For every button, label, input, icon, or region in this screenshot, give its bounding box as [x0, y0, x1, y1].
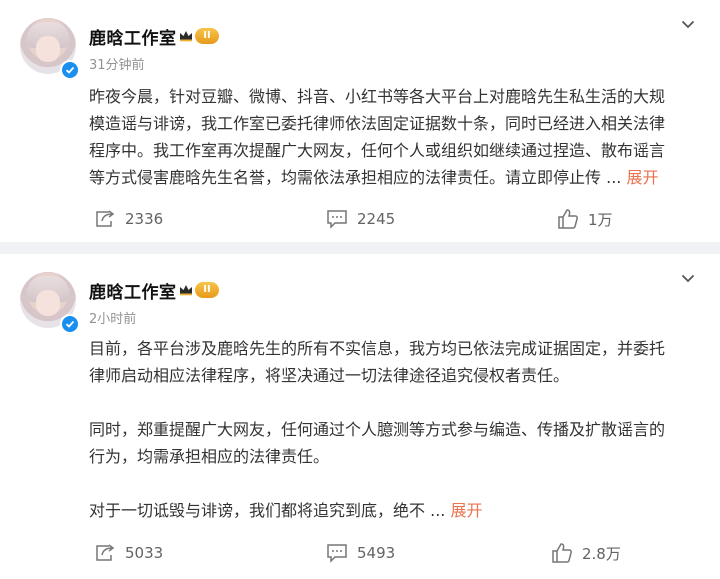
ellipsis: ...	[606, 168, 622, 187]
like-button[interactable]: 1万	[557, 205, 613, 233]
weibo-post-card: 鹿晗工作室 II 31分钟前 昨夜今晨，针对豆瓣、微博、抖音、小红书等各大平台上…	[0, 0, 720, 242]
repost-button[interactable]: 2336	[94, 205, 163, 233]
ellipsis: ...	[430, 501, 446, 520]
verified-check-icon	[60, 60, 80, 80]
post-text-line: 等方式侵害鹿晗先生名誉，均需依法承担相应的法律责任。请立即停止传	[89, 168, 602, 187]
repost-count: 5033	[125, 544, 164, 562]
avatar-face	[36, 36, 60, 62]
like-button[interactable]: 2.8万	[551, 539, 621, 567]
author-name[interactable]: 鹿晗工作室	[89, 24, 177, 49]
post-time[interactable]: 31分钟前	[89, 54, 145, 73]
avatar-face	[36, 290, 60, 316]
chevron-down-icon[interactable]	[680, 16, 696, 32]
comment-button[interactable]: 2245	[326, 205, 395, 233]
post-text-line: 模造谣与诽谤，我工作室已委托律师依法固定证据数十条，同时已经进入相关法律	[89, 114, 666, 133]
repost-icon	[96, 210, 115, 227]
post-text-line: 昨夜今晨，针对豆瓣、微博、抖音、小红书等各大平台上对鹿晗先生私生活的大规	[89, 87, 666, 106]
post-actions: 2336 2245 1万	[0, 205, 720, 233]
like-count: 2.8万	[582, 544, 621, 563]
verified-check-icon	[60, 314, 80, 334]
like-icon	[552, 543, 572, 563]
crown-icon	[180, 31, 192, 42]
expand-link[interactable]: 展开	[450, 501, 482, 520]
post-text-line: 程序中。我工作室再次提醒广大网友，任何个人或组织如继续通过捏造、散布谣言	[89, 141, 666, 160]
post-text-line: 同时，郑重提醒广大网友，任何通过个人臆测等方式参与编造、传播及扩散谣言的	[89, 420, 666, 439]
post-text-line-last: 对于一切诋毁与诽谤，我们都将追究到底，绝不 ... 展开	[89, 497, 696, 524]
comment-count: 5493	[357, 544, 396, 562]
member-level-badge: II	[195, 282, 219, 298]
comment-button[interactable]: 5493	[326, 539, 395, 567]
post-text: 目前，各平台涉及鹿晗先生的所有不实信息，我方均已依法完成证据固定，并委托 律师启…	[89, 335, 696, 524]
comment-icon	[327, 544, 347, 563]
chevron-down-icon[interactable]	[680, 270, 696, 286]
repost-button[interactable]: 5033	[94, 539, 163, 567]
post-text-line: 行为，均需承担相应的法律责任。	[89, 447, 330, 466]
like-count: 1万	[588, 210, 613, 229]
repost-icon	[96, 544, 115, 561]
comment-icon	[327, 210, 347, 229]
post-text-line-last: 等方式侵害鹿晗先生名誉，均需依法承担相应的法律责任。请立即停止传 ... 展开	[89, 164, 696, 191]
author-name[interactable]: 鹿晗工作室	[89, 278, 177, 303]
weibo-post-card: 鹿晗工作室 II 2小时前 目前，各平台涉及鹿晗先生的所有不实信息，我方均已依法…	[0, 254, 720, 579]
post-time[interactable]: 2小时前	[89, 308, 136, 327]
post-text: 昨夜今晨，针对豆瓣、微博、抖音、小红书等各大平台上对鹿晗先生私生活的大规 模造谣…	[89, 83, 696, 191]
member-level-badge: II	[195, 28, 219, 44]
post-actions: 5033 5493 2.8万	[0, 539, 720, 567]
like-icon	[558, 209, 578, 229]
repost-count: 2336	[125, 210, 164, 228]
crown-icon	[180, 285, 192, 296]
comment-count: 2245	[357, 210, 396, 228]
post-text-line: 目前，各平台涉及鹿晗先生的所有不实信息，我方均已依法完成证据固定，并委托	[89, 339, 666, 358]
post-text-line: 律师启动相应法律程序，将坚决通过一切法律途径追究侵权者责任。	[89, 366, 570, 385]
post-text-line: 对于一切诋毁与诽谤，我们都将追究到底，绝不	[89, 501, 426, 520]
expand-link[interactable]: 展开	[626, 168, 658, 187]
